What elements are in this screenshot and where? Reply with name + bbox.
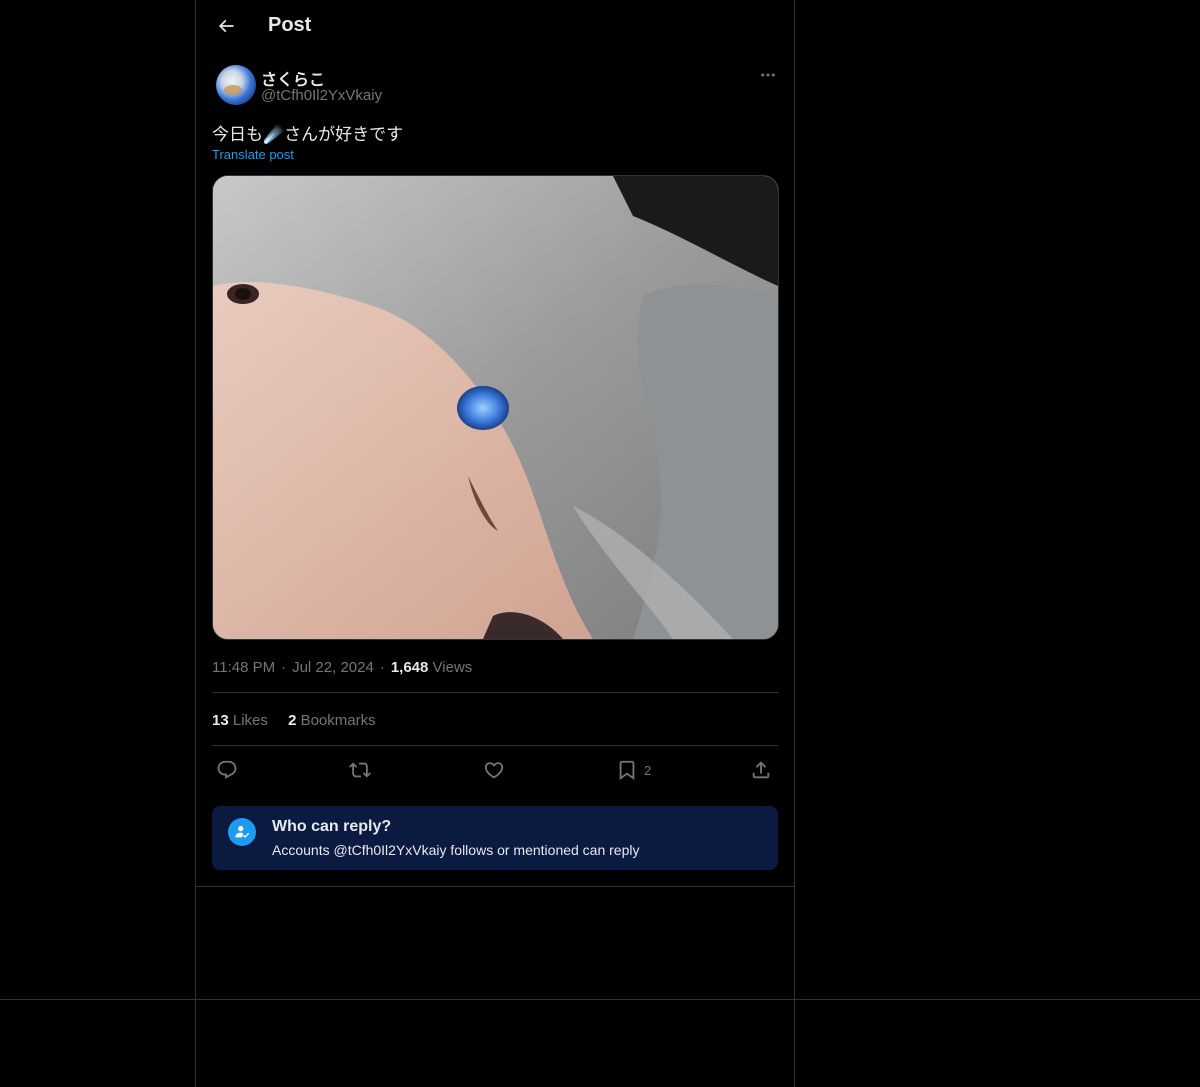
views-label: Views — [432, 659, 473, 676]
bookmark-icon — [619, 760, 635, 781]
divider — [195, 886, 795, 887]
bookmark-button[interactable]: 2 — [616, 757, 651, 783]
heart-icon — [484, 762, 504, 779]
divider — [212, 692, 778, 693]
bookmarks-count: 2 — [288, 712, 297, 729]
reply-icon — [217, 760, 237, 779]
page-header: Post — [196, 0, 794, 54]
avatar-land-shape — [224, 85, 242, 95]
likes-label: Likes — [232, 712, 268, 729]
likes-stat[interactable]: 13 Likes — [212, 712, 268, 729]
bookmark-count: 2 — [644, 762, 652, 778]
post-time[interactable]: 11:48 PM — [212, 659, 275, 676]
post-stats: 13 Likes 2 Bookmarks — [212, 712, 392, 729]
bookmarks-label: Bookmarks — [300, 712, 376, 729]
back-button[interactable] — [208, 8, 244, 44]
post-text: 今日も☄️さんが好きです — [212, 125, 404, 145]
divider — [212, 745, 778, 746]
repost-button[interactable] — [349, 757, 371, 783]
post-date[interactable]: Jul 22, 2024 — [292, 659, 374, 676]
primary-column: Post さくらこ @tCfh0Il2YxVkaiy 今日も☄️さんが好きです … — [195, 0, 795, 1087]
action-bar: 2 — [212, 757, 778, 783]
post-photo[interactable] — [212, 175, 779, 640]
photo-image — [213, 176, 778, 639]
likes-count: 13 — [212, 712, 229, 729]
who-can-reply-notice: Who can reply? Accounts @tCfh0Il2YxVkaiy… — [212, 806, 778, 870]
avatar[interactable] — [216, 65, 256, 105]
who-can-reply-description: Accounts @tCfh0Il2YxVkaiy follows or men… — [272, 842, 640, 858]
share-icon — [752, 761, 770, 779]
divider — [0, 999, 1200, 1000]
author-handle[interactable]: @tCfh0Il2YxVkaiy — [261, 87, 382, 104]
arrow-left-icon — [218, 19, 234, 33]
views-count: 1,648 — [390, 659, 429, 676]
more-dots-icon — [761, 73, 775, 77]
reply-button[interactable] — [216, 757, 238, 783]
who-can-reply-title: Who can reply? — [272, 818, 392, 835]
share-button[interactable] — [750, 757, 772, 783]
mention-person-icon — [228, 818, 256, 846]
more-options-button[interactable] — [752, 64, 784, 86]
post-meta: 11:48 PM · Jul 22, 2024 · 1,648 Views — [212, 659, 473, 676]
bookmarks-stat[interactable]: 2 Bookmarks — [288, 712, 376, 729]
translate-post-link[interactable]: Translate post — [212, 147, 294, 162]
repost-icon — [349, 762, 371, 778]
like-button[interactable] — [483, 757, 505, 783]
page-title: Post — [268, 14, 312, 36]
